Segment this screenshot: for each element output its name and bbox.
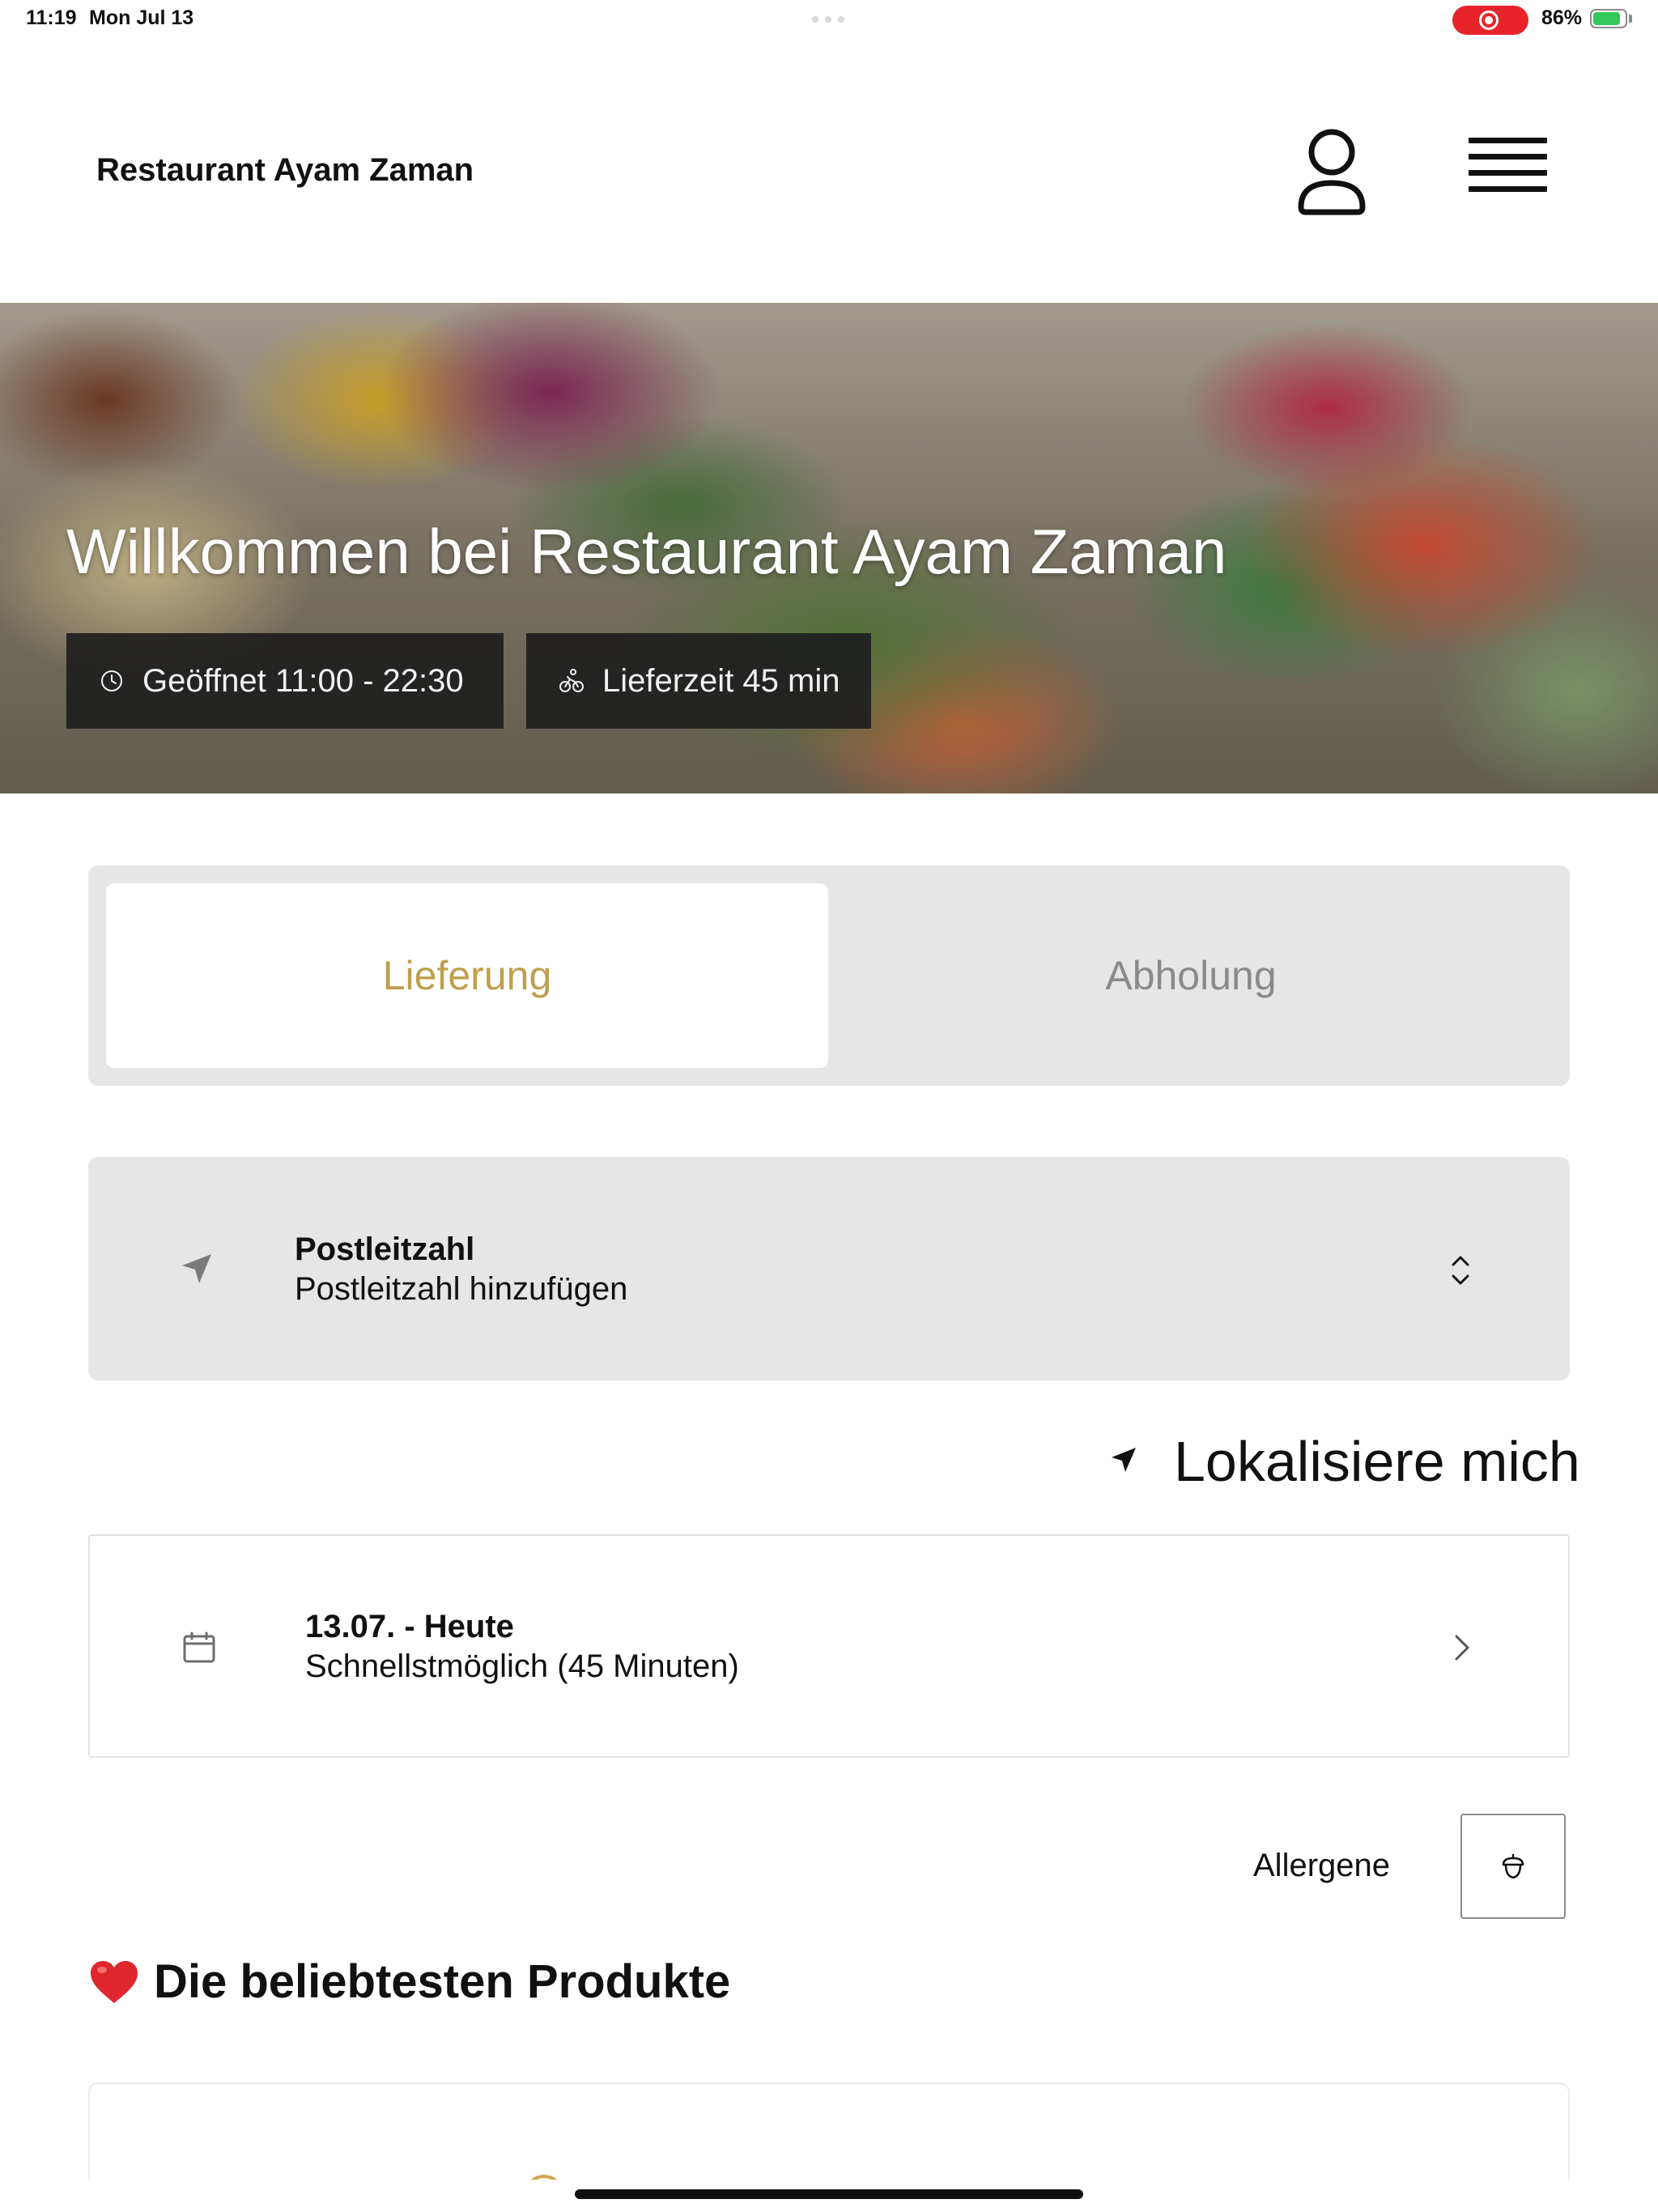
status-time: 11:19	[26, 6, 77, 29]
calendar-icon	[183, 1631, 215, 1663]
tab-pickup[interactable]: Abholung	[830, 883, 1552, 1068]
app-header: Restaurant Ayam Zaman	[0, 81, 1658, 262]
postal-code-selector[interactable]: Postleitzahl Postleitzahl hinzufügen	[88, 1157, 1570, 1380]
battery-percentage: 86%	[1541, 6, 1583, 29]
acorn-icon	[1502, 1853, 1524, 1879]
schedule-date: 13.07. - Heute	[305, 1609, 514, 1644]
account-button[interactable]	[1287, 121, 1376, 219]
clock-icon	[99, 668, 125, 694]
battery-cap	[1629, 15, 1632, 23]
hero-banner: Willkommen bei Restaurant Ayam Zaman Geö…	[0, 303, 1658, 793]
person-icon	[1298, 129, 1366, 215]
delivery-time-chip: Lieferzeit 45 min	[526, 633, 871, 729]
opening-hours-chip: Geöffnet 11:00 - 22:30	[66, 633, 504, 729]
order-mode-toggle: Lieferung Abholung	[88, 866, 1570, 1086]
allergens-label: Allergene	[1253, 1848, 1391, 1883]
restaurant-name[interactable]: Restaurant Ayam Zaman	[96, 152, 474, 189]
locate-me-button[interactable]: Lokalisiere mich	[1109, 1429, 1580, 1493]
locate-me-label: Lokalisiere mich	[1174, 1430, 1580, 1493]
chevron-up-down-icon	[1452, 1256, 1469, 1285]
delivery-time-text: Lieferzeit 45 min	[602, 662, 840, 699]
popular-products-title: Die beliebtesten Produkte	[89, 1955, 730, 2009]
battery-icon	[1590, 9, 1627, 28]
hamburger-menu-button[interactable]	[1457, 130, 1558, 211]
chevron-right-icon	[1455, 1635, 1469, 1661]
hero-title: Willkommen bei Restaurant Ayam Zaman	[66, 516, 1227, 587]
opening-hours-text: Geöffnet 11:00 - 22:30	[142, 662, 464, 699]
postal-code-label: Postleitzahl	[295, 1231, 475, 1267]
bicycle-icon	[559, 668, 585, 694]
multitasking-dots[interactable]	[812, 16, 848, 23]
status-date: Mon Jul 13	[89, 6, 194, 29]
allergens-button[interactable]	[1460, 1814, 1566, 1919]
location-arrow-icon	[1112, 1448, 1136, 1472]
screen-recording-indicator[interactable]	[1452, 6, 1528, 35]
delivery-time-selector[interactable]: 13.07. - Heute Schnellstmöglich (45 Minu…	[88, 1534, 1570, 1758]
popular-products-title-text: Die beliebtesten Produkte	[154, 1955, 731, 2008]
tab-delivery[interactable]: Lieferung	[106, 883, 828, 1068]
status-bar: 11:19 Mon Jul 13 86%	[0, 0, 1658, 39]
home-indicator[interactable]	[575, 2189, 1083, 2199]
heart-icon	[89, 1959, 139, 2005]
postal-code-placeholder: Postleitzahl hinzufügen	[295, 1271, 628, 1307]
location-arrow-icon	[182, 1254, 211, 1283]
schedule-time: Schnellstmöglich (45 Minuten)	[305, 1648, 739, 1684]
